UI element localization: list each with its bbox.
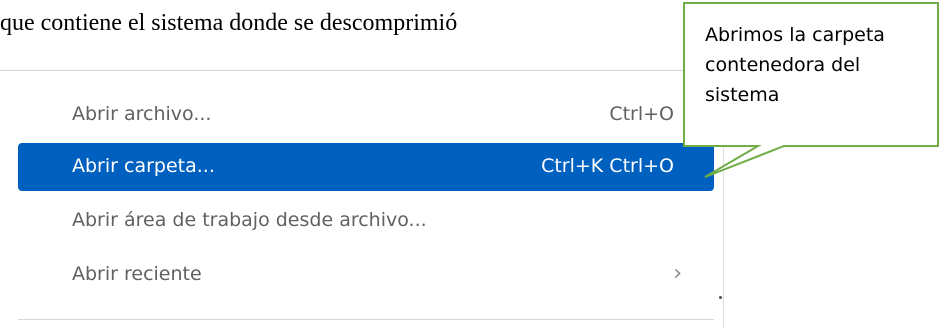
screenshot-page: que contiene el sistema donde se descomp… [0, 0, 944, 328]
callout-text: Abrimos la carpeta contenedora del siste… [705, 20, 935, 110]
callout-line: Abrimos la carpeta [705, 24, 885, 46]
callout-line: contenedora del [705, 54, 861, 76]
callout-line: sistema [705, 84, 780, 106]
